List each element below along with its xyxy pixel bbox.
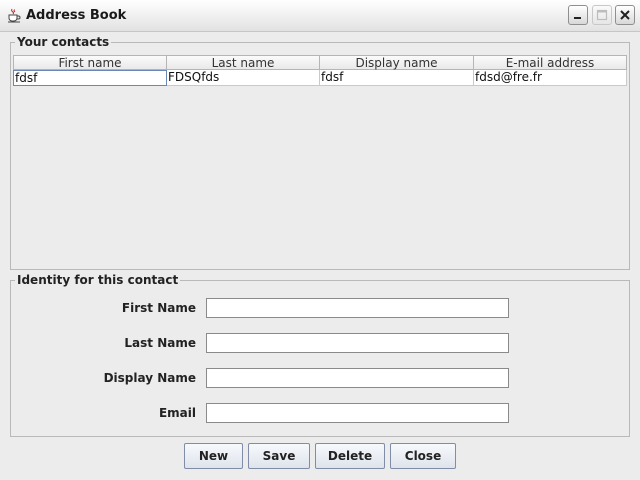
first-name-field[interactable]	[206, 298, 509, 318]
title-bar: Address Book	[0, 0, 640, 32]
table-header: First name Last name Display name E-mail…	[13, 55, 627, 70]
display-name-label: Display Name	[103, 371, 196, 385]
table-cell-first-name[interactable]: fdsf	[13, 70, 167, 86]
table-cell-display-name[interactable]: fdsf	[320, 70, 474, 86]
last-name-label: Last Name	[124, 336, 196, 350]
column-header-first-name[interactable]: First name	[13, 55, 167, 70]
save-button[interactable]: Save	[248, 443, 310, 469]
delete-button[interactable]: Delete	[315, 443, 385, 469]
maximize-icon	[596, 9, 608, 21]
column-header-email[interactable]: E-mail address	[474, 55, 627, 70]
minimize-icon	[574, 17, 581, 19]
minimize-button[interactable]	[568, 5, 588, 25]
display-name-field[interactable]	[206, 368, 509, 388]
table-cell-email[interactable]: fdsd@fre.fr	[474, 70, 627, 86]
table-row[interactable]: fdsf FDSQfds fdsf fdsd@fre.fr	[13, 70, 627, 86]
column-header-last-name[interactable]: Last name	[167, 55, 320, 70]
email-label: Email	[158, 406, 196, 420]
table-cell-last-name[interactable]: FDSQfds	[167, 70, 320, 86]
close-button[interactable]: Close	[390, 443, 456, 469]
first-name-label: First Name	[121, 301, 196, 315]
contacts-table[interactable]: First name Last name Display name E-mail…	[13, 55, 627, 86]
maximize-button[interactable]	[592, 5, 612, 25]
email-field[interactable]	[206, 403, 509, 423]
java-cup-icon	[8, 8, 21, 23]
identity-group-title: Identity for this contact	[15, 273, 181, 287]
close-icon	[620, 10, 630, 20]
last-name-field[interactable]	[206, 333, 509, 353]
new-button[interactable]: New	[184, 443, 243, 469]
window-title: Address Book	[26, 8, 127, 23]
column-header-display-name[interactable]: Display name	[320, 55, 474, 70]
contacts-group-title: Your contacts	[15, 35, 112, 49]
contacts-group: Your contacts First name Last name Displ…	[10, 35, 630, 270]
close-window-button[interactable]	[615, 5, 635, 25]
